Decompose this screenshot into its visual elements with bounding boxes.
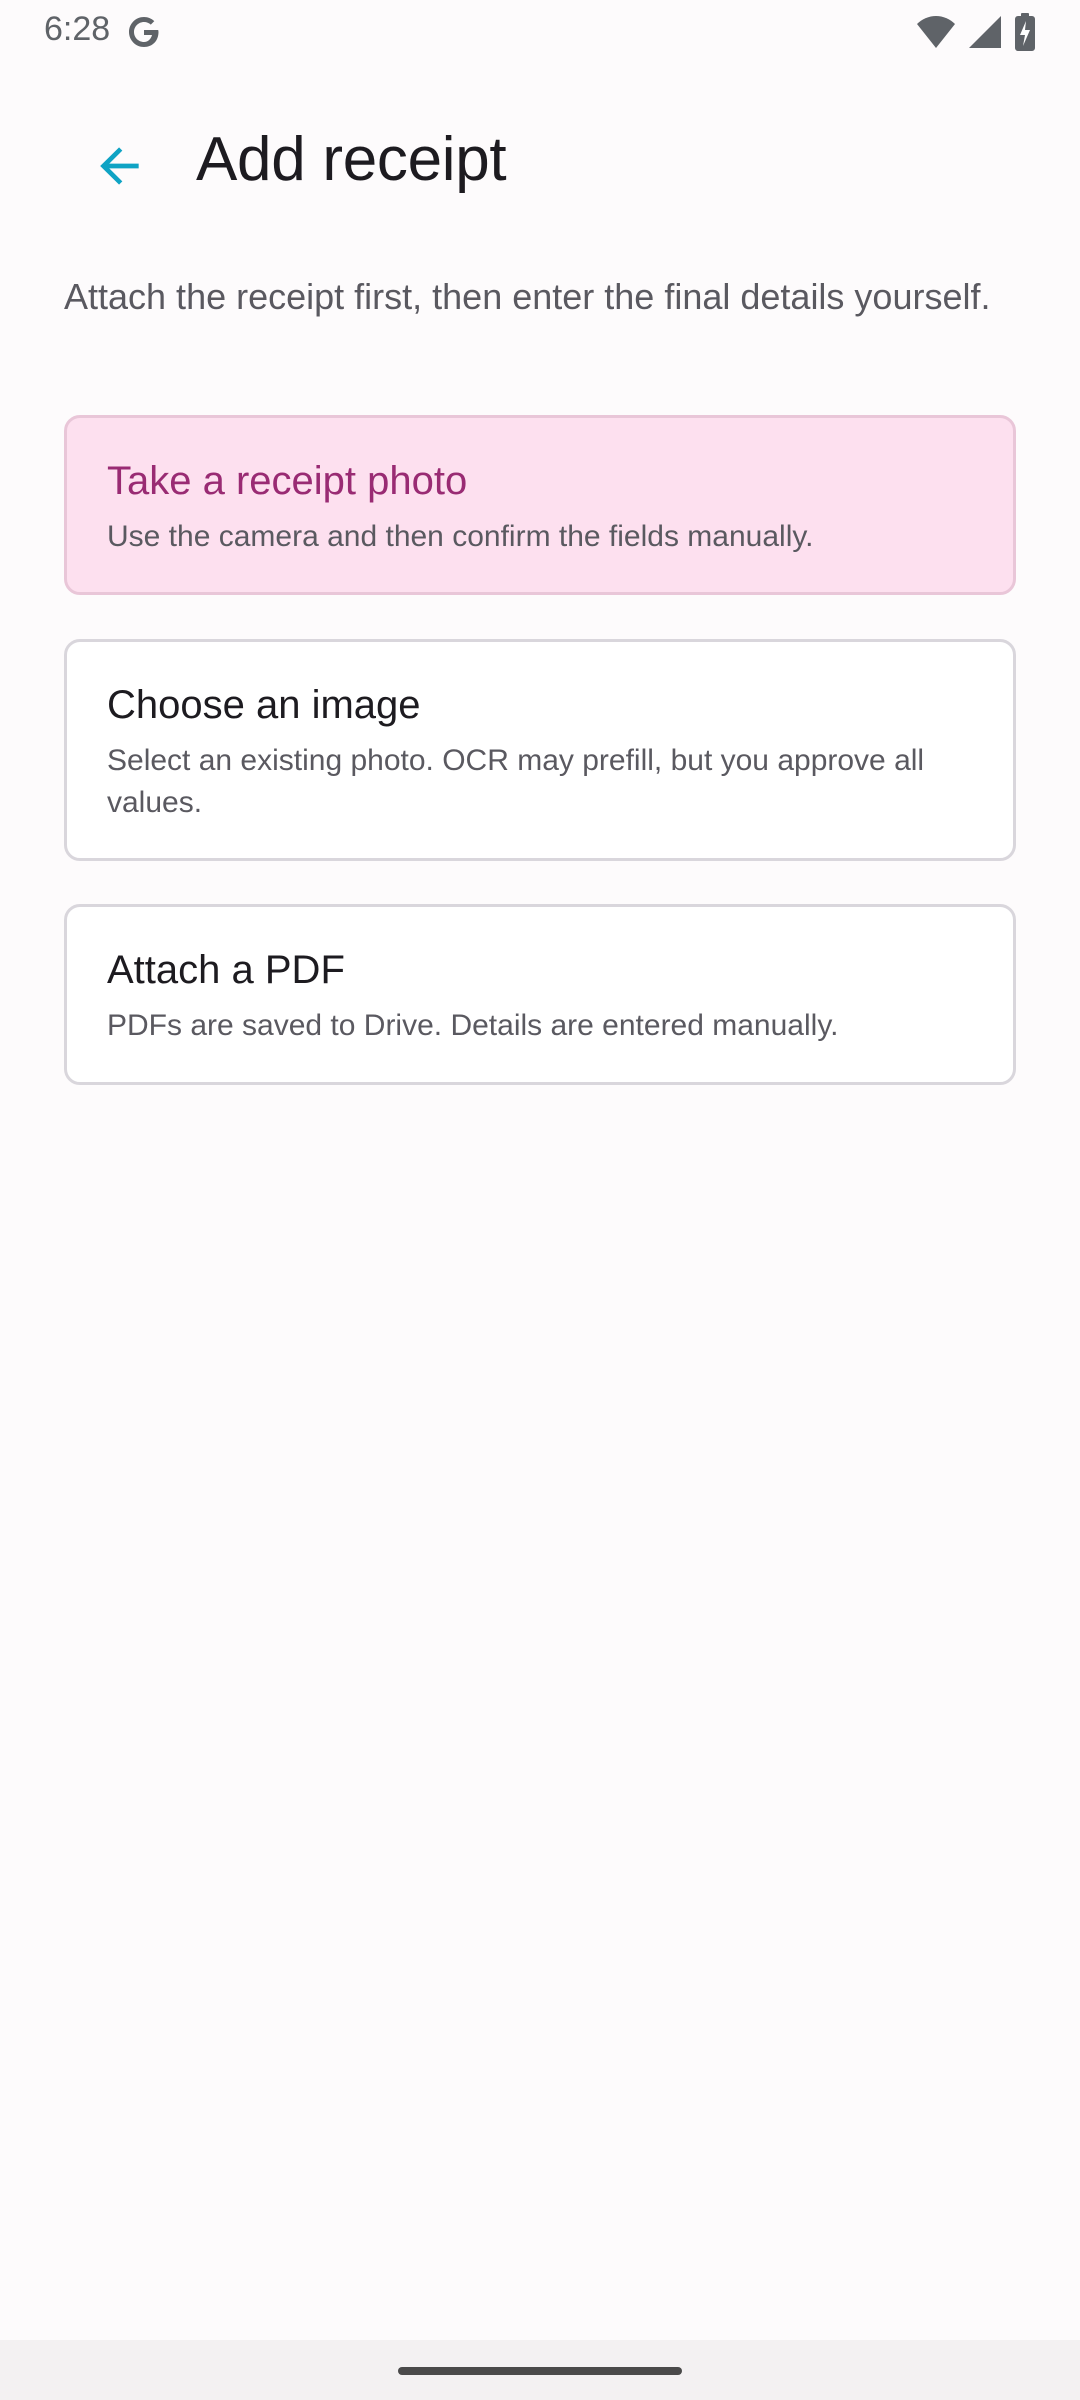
option-description: Select an existing photo. OCR may prefil… (107, 744, 925, 819)
choose-image-option[interactable]: Choose an image Select an existing photo… (64, 639, 1016, 861)
option-title: Take a receipt photo (107, 459, 468, 503)
status-bar: 6:28 (0, 0, 1080, 62)
option-description: PDFs are saved to Drive. Details are ent… (107, 1009, 839, 1042)
attach-pdf-option[interactable]: Attach a PDF PDFs are saved to Drive. De… (64, 904, 1016, 1085)
status-icons (916, 12, 1036, 52)
battery-charging-icon (1014, 13, 1036, 51)
back-button[interactable] (72, 120, 168, 216)
app-bar: Add receipt (0, 90, 1080, 234)
take-photo-option[interactable]: Take a receipt photo Use the camera and … (64, 415, 1016, 595)
google-g-icon (124, 12, 164, 52)
page-title: Add receipt (196, 125, 507, 194)
navigation-bar (0, 2340, 1080, 2400)
option-title: Choose an image (107, 683, 421, 727)
status-time: 6:28 (44, 10, 111, 48)
back-arrow-icon (92, 138, 148, 199)
signal-icon (968, 15, 1002, 49)
option-description: Use the camera and then confirm the fiel… (107, 520, 814, 553)
wifi-icon (916, 15, 956, 49)
option-title: Attach a PDF (107, 948, 345, 992)
gesture-handle[interactable] (398, 2367, 682, 2375)
intro-text: Attach the receipt first, then enter the… (64, 276, 991, 317)
